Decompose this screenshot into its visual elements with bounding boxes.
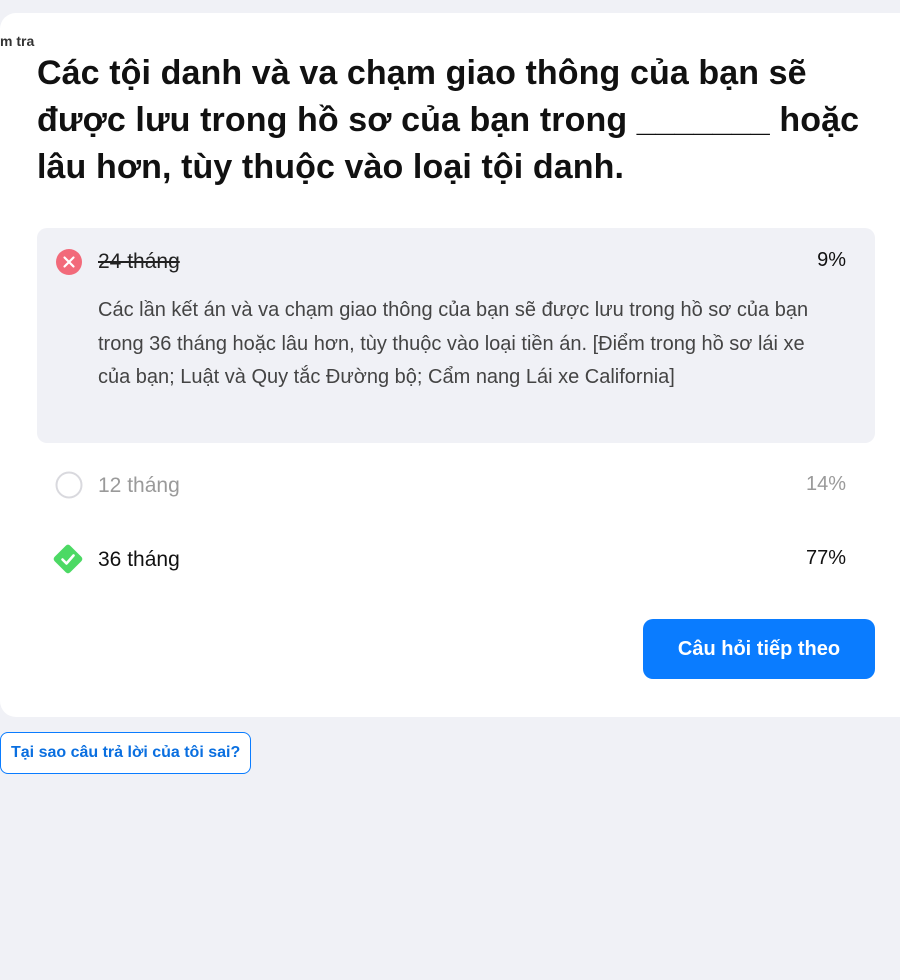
next-question-button[interactable]: Câu hỏi tiếp theo	[643, 619, 875, 679]
answer-option-label: 36 tháng	[98, 548, 180, 571]
why-wrong-button[interactable]: Tại sao câu trả lời của tôi sai?	[0, 732, 252, 774]
answer-option-percent: 9%	[817, 249, 846, 271]
x-circle-icon	[55, 248, 83, 276]
answer-option[interactable]: 12 tháng 14%	[37, 465, 875, 505]
breadcrumb: m tra	[0, 33, 35, 49]
answer-option-label: 12 tháng	[98, 474, 180, 497]
answer-explanation: Các lần kết án và va chạm giao thông của…	[98, 299, 809, 388]
answer-option-correct[interactable]: 36 tháng 77%	[37, 539, 875, 579]
answer-option-percent: 77%	[805, 547, 846, 569]
answer-option-wrong[interactable]: 24 tháng 9% Các lần kết án và va chạm gi…	[37, 228, 875, 443]
question-text: Các tội danh và va chạm giao thông của b…	[37, 54, 860, 186]
answer-option-label: 24 tháng	[98, 250, 180, 273]
answer-option-percent: 14%	[805, 473, 846, 495]
check-diamond-icon	[50, 541, 86, 577]
answer-option-row: 24 tháng 9%	[37, 242, 875, 282]
empty-circle-icon	[55, 471, 83, 499]
